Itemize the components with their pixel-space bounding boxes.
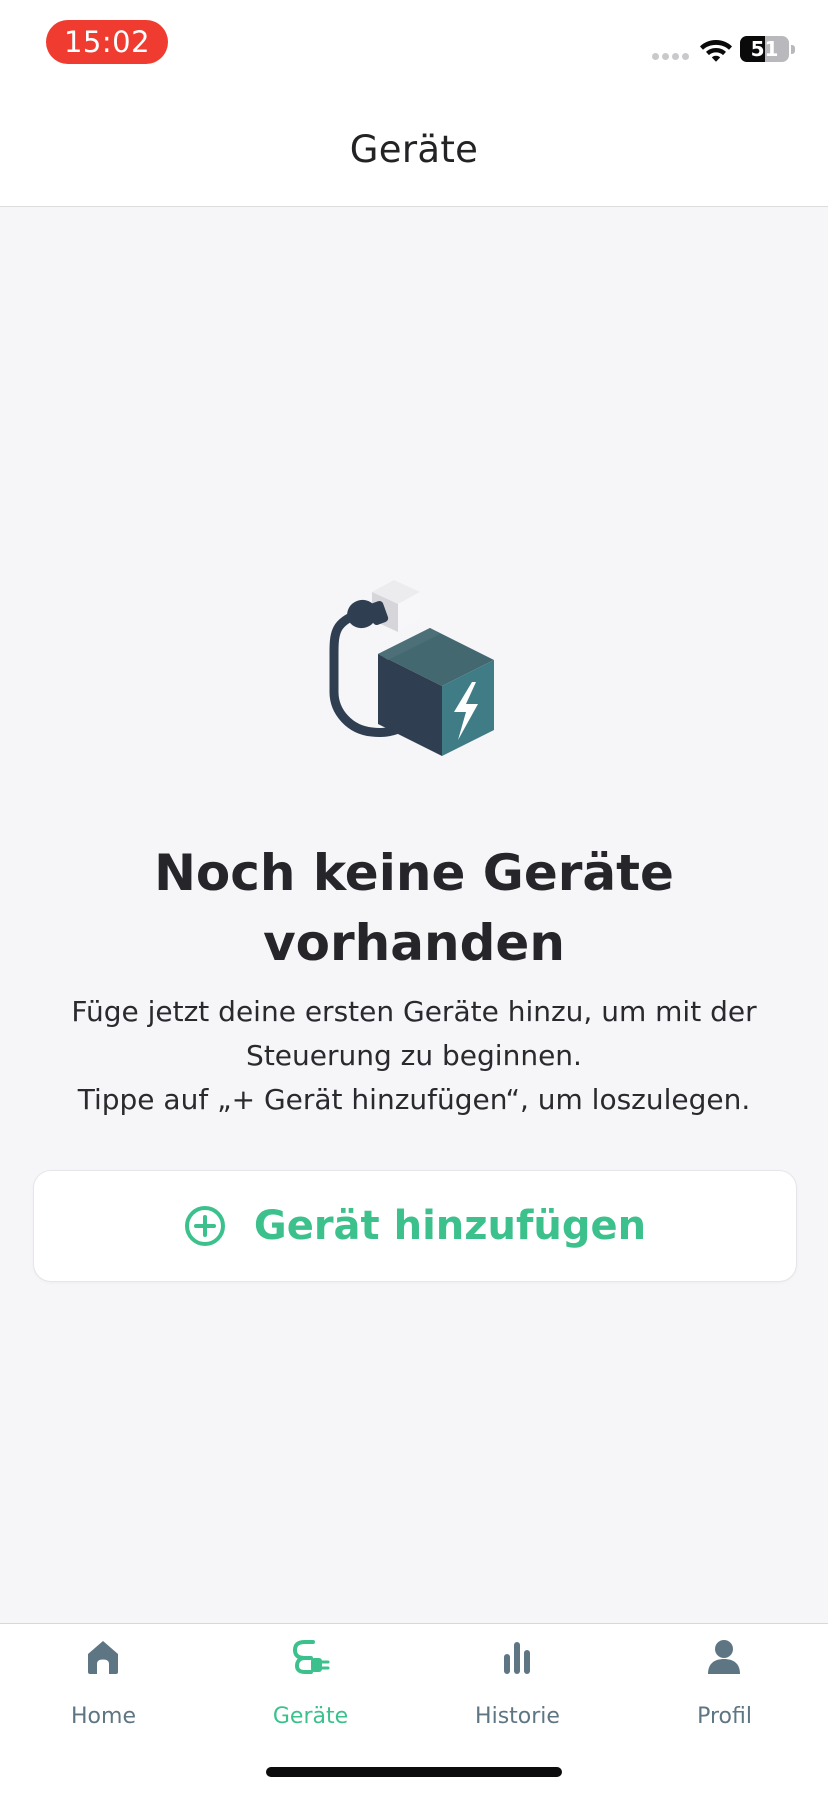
plug-charger-illustration [329,580,494,756]
tab-label: Profil [697,1704,752,1729]
cellular-signal-icon [652,53,689,60]
status-time: 15:02 [46,20,168,64]
tab-label: Home [71,1704,136,1729]
battery-percent: 51 [750,37,779,61]
bar-chart-icon [504,1642,530,1674]
empty-state-description-line: Steuerung zu beginnen. [246,1039,582,1072]
tab-label: Geräte [272,1704,349,1729]
empty-state-description-line: Tippe auf „+ Gerät hinzufügen“, um loszu… [77,1083,751,1116]
plug-icon [293,1640,330,1674]
empty-state-title-line: Noch keine Geräte [154,844,674,902]
status-bar: 15:02 51 [0,0,828,90]
empty-state-description: Füge jetzt deine ersten Geräte hinzu, um… [40,990,788,1122]
tab-home[interactable]: Home [0,1624,207,1734]
person-icon [708,1640,740,1674]
empty-state-title: Noch keine Geräte vorhanden [40,838,788,978]
tab-profil[interactable]: Profil [621,1624,828,1734]
empty-state-description-line: Füge jetzt deine ersten Geräte hinzu, um… [71,995,757,1028]
page-title: Geräte [349,128,479,171]
add-device-label: Gerät hinzufügen [253,1203,647,1249]
empty-state-title-line: vorhanden [263,914,565,972]
add-device-button[interactable]: Gerät hinzufügen [33,1170,797,1282]
tab-historie[interactable]: Historie [414,1624,621,1734]
battery-icon: 51 [740,36,796,62]
tab-geraete[interactable]: Geräte [207,1624,414,1734]
tab-label: Historie [475,1704,560,1729]
plus-circle-icon [184,1206,225,1246]
home-icon [88,1641,118,1674]
wifi-icon [700,40,732,62]
nav-header: Geräte [0,90,828,207]
home-indicator [266,1767,562,1777]
